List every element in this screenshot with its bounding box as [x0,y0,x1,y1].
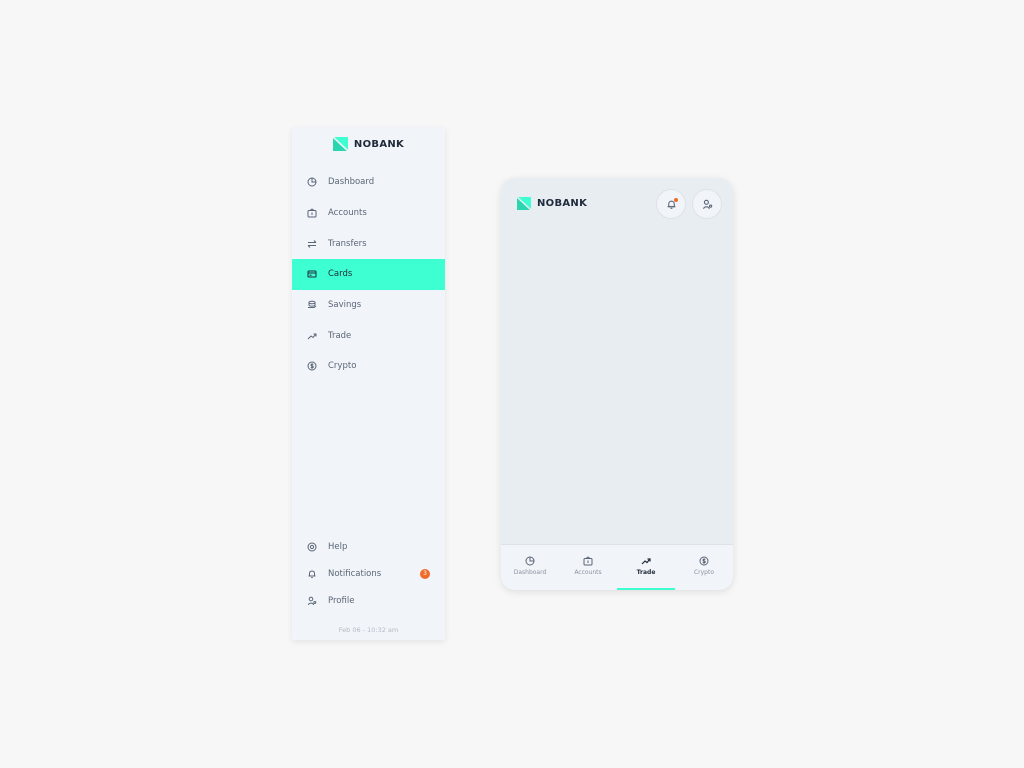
tab-label: Crypto [693,569,715,576]
trend-up-icon [641,558,651,565]
logo-mark-icon [517,197,531,210]
sidebar-item-label: Trade [328,330,352,341]
pie-chart-icon [307,177,317,187]
sidebar-item-profile[interactable]: Profile [292,587,445,614]
sidebar-item-crypto[interactable]: Crypto [292,351,445,382]
coins-icon [307,300,317,310]
trend-up-icon [307,331,317,341]
tab-accounts[interactable]: Accounts [559,545,617,590]
tab-label: Dashboard [513,569,547,576]
notification-count-badge: 3 [420,568,430,579]
sidebar-item-accounts[interactable]: Accounts [292,198,445,229]
coin-icon [307,361,317,371]
sidebar-item-cards[interactable]: Cards [292,259,445,290]
profile-button[interactable] [692,189,722,219]
tab-label: Trade [636,569,656,576]
unread-dot [674,198,678,202]
bell-icon [307,569,317,579]
timestamp: Feb 06 - 10:32 am [338,626,399,634]
sidebar-item-label: Dashboard [328,177,375,188]
wallet-icon [307,208,317,218]
sidebar-item-savings[interactable]: Savings [292,290,445,321]
brand-name: NOBANK [353,138,405,150]
sidebar-item-transfers[interactable]: Transfers [292,228,445,259]
pie-chart-icon [525,556,535,566]
sidebar-item-label: Transfers [328,238,367,249]
bottom-tab-bar: Dashboard Accounts Trade Crypto [501,544,733,590]
tab-dashboard[interactable]: Dashboard [501,545,559,590]
sidebar-item-label: Accounts [328,208,367,219]
sidebar-item-label: Profile [328,595,355,606]
brand-name: NOBANK [537,198,588,209]
sidebar-item-label: Savings [328,300,362,311]
sidebar-item-trade[interactable]: Trade [292,320,445,351]
sidebar: NOBANK Dashboard Accounts Transfers Card… [292,127,445,640]
tab-crypto[interactable]: Crypto [675,545,733,590]
sidebar-item-dashboard[interactable]: Dashboard [292,167,445,198]
main-nav: Dashboard Accounts Transfers Cards Savin… [292,167,445,382]
notifications-button[interactable] [656,189,686,219]
sidebar-item-help[interactable]: Help [292,533,445,560]
arrows-icon [307,239,317,249]
credit-card-icon [307,269,317,279]
tab-trade[interactable]: Trade [617,545,675,590]
sidebar-item-label: Crypto [328,361,357,372]
secondary-nav: Help Notifications 3 Profile [292,533,445,614]
sidebar-item-label: Notifications [328,568,382,579]
wallet-icon [583,556,593,566]
user-icon [702,199,712,209]
user-icon [307,596,317,606]
coin-icon [699,556,709,566]
lifebuoy-icon [307,542,317,552]
mobile-screen: NOBANK Dashboard Accounts Trade Crypto [501,178,733,590]
sidebar-item-label: Help [328,541,348,552]
active-tab-indicator [617,588,675,590]
brand-logo[interactable]: NOBANK [517,197,587,210]
sidebar-item-label: Cards [328,269,353,280]
tab-label: Accounts [574,569,602,576]
brand-logo[interactable]: NOBANK [292,137,445,151]
sidebar-item-notifications[interactable]: Notifications 3 [292,560,445,587]
logo-mark-icon [332,137,348,151]
